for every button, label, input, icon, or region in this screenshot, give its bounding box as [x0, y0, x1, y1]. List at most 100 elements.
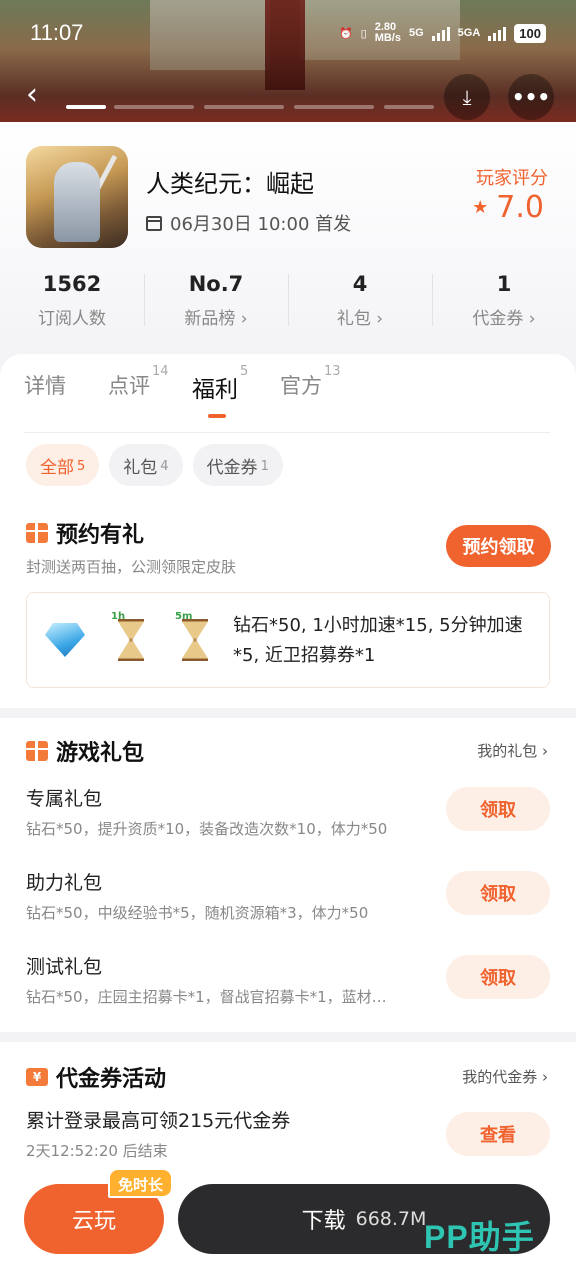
reservation-subtitle: 封测送两百抽，公测领限定皮肤: [26, 558, 237, 576]
score-label: 玩家评分: [476, 168, 548, 189]
tab-welfare[interactable]: 福利 5: [192, 364, 248, 418]
reservation-title: 预约有礼: [26, 517, 144, 549]
tab-bar: 详情 点评 14 福利 5 官方 13: [24, 364, 364, 418]
gift-name: 专属礼包: [26, 788, 103, 810]
net1-label: 5G: [408, 27, 424, 39]
alarm-icon: ⏰: [338, 27, 353, 40]
section-divider: [0, 1032, 576, 1042]
game-title: 人类纪元：崛起: [146, 170, 314, 198]
diamond-icon: [45, 617, 89, 663]
claim-button[interactable]: 领取: [446, 871, 550, 915]
voucher-countdown: 2天12:52:20 后结束: [26, 1142, 168, 1160]
calendar-icon: [146, 215, 162, 231]
carousel-indicator-active: [66, 105, 106, 109]
tab-label: 详情: [24, 374, 66, 398]
stat-value: 1562: [42, 272, 102, 296]
tab-divider: [24, 432, 550, 433]
voucher-section-title-text: 代金券活动: [56, 1067, 167, 1092]
signal-icon: [431, 25, 450, 41]
tab-label: 点评: [108, 374, 150, 398]
reward-text: 钻石*50, 1小时加速*15, 5分钟加速*5, 近卫招募券*1: [233, 615, 523, 666]
stat-label: 礼包 ›: [336, 309, 384, 329]
gift-section-title: 游戏礼包: [26, 735, 144, 767]
filter-all[interactable]: 全部 5: [26, 444, 100, 486]
tab-count: 13: [324, 364, 341, 379]
chip-label: 全部: [40, 457, 74, 478]
stat-value: 1: [496, 272, 512, 296]
stat-value: No.7: [188, 272, 244, 296]
tab-count: 5: [240, 364, 249, 379]
gift-section-title-text: 游戏礼包: [56, 741, 145, 766]
gift-desc: 钻石*50，中级经验书*5，随机资源箱*3，体力*50: [26, 904, 369, 922]
stat-vouchers[interactable]: 1 代金券 ›: [432, 268, 576, 332]
reserve-claim-button[interactable]: 预约领取: [446, 525, 551, 567]
stat-label: 订阅人数: [38, 309, 106, 329]
stat-label: 新品榜 ›: [184, 309, 248, 329]
carousel-indicator: [384, 105, 434, 109]
claim-button[interactable]: 领取: [446, 955, 550, 999]
download-size: 668.7M: [355, 1208, 427, 1230]
battery-icon: 100: [514, 23, 546, 43]
stat-gifts[interactable]: 4 礼包 ›: [288, 268, 432, 332]
stat-label: 代金券 ›: [472, 309, 536, 329]
vibrate-icon: ▯: [360, 27, 367, 40]
chip-count: 1: [260, 458, 269, 474]
gift-name: 助力礼包: [26, 872, 103, 894]
section-divider: [0, 708, 576, 718]
net2-label: 5GA: [457, 27, 481, 39]
view-button[interactable]: 查看: [446, 1112, 550, 1156]
voucher-section-title: ¥ 代金券活动: [26, 1061, 166, 1093]
hourglass-1h-icon: 1h: [109, 611, 153, 663]
chip-label: 礼包: [123, 457, 158, 478]
chip-count: 5: [77, 458, 86, 474]
carousel-indicator: [294, 105, 374, 109]
voucher-title: 累计登录最高可领215元代金券: [26, 1110, 291, 1132]
download-icon[interactable]: ⤓: [444, 74, 490, 120]
stat-new-ranking[interactable]: No.7 新品榜 ›: [144, 268, 288, 332]
gift-name: 测试礼包: [26, 956, 103, 978]
gift-icon: [26, 523, 48, 543]
player-score: ★ 7.0: [472, 190, 544, 225]
tab-official[interactable]: 官方 13: [280, 364, 341, 416]
carousel-indicator: [114, 105, 194, 109]
more-icon[interactable]: •••: [508, 74, 554, 120]
reservation-rewards: 1h 5m 钻石*50, 1小时加速*15, 5分钟加速*5, 近卫招募券*1: [26, 592, 550, 688]
reservation-title-text: 预约有礼: [56, 523, 145, 548]
filter-chips: 全部 5 礼包 4 代金券 1: [26, 444, 283, 486]
chip-label: 代金券: [206, 457, 258, 478]
stat-value: 4: [352, 272, 368, 296]
free-time-badge: 免时长: [108, 1168, 174, 1198]
chip-count: 4: [160, 458, 169, 474]
status-icons: ⏰ ▯ 2.80 MB/s 5G 5GA 100: [339, 22, 546, 44]
reward-icons: 1h 5m: [45, 611, 217, 663]
status-time: 11:07: [30, 20, 84, 45]
ticket-icon: ¥: [26, 1068, 48, 1086]
net-speed-unit: MB/s: [374, 32, 401, 44]
tab-details[interactable]: 详情: [24, 370, 66, 416]
gift-icon: [26, 741, 48, 761]
tab-label: 官方: [280, 374, 322, 398]
claim-button[interactable]: 领取: [446, 787, 550, 831]
signal-icon-2: [488, 25, 507, 41]
hourglass-5m-icon: 5m: [173, 611, 217, 663]
stats-row: 1562 订阅人数 No.7 新品榜 › 4 礼包 › 1 代金券 ›: [0, 268, 576, 332]
filter-gifts[interactable]: 礼包 4: [109, 444, 183, 486]
gift-desc: 钻石*50，提升资质*10，装备改造次数*10，体力*50: [26, 820, 388, 838]
my-gifts-link[interactable]: 我的礼包 ›: [477, 740, 548, 761]
net-speed: 2.80 MB/s: [375, 22, 401, 44]
release-text: 06月30日 10:00 首发: [170, 214, 352, 235]
back-icon[interactable]: ‹: [26, 76, 66, 116]
score-value: 7.0: [496, 190, 544, 225]
my-vouchers-link[interactable]: 我的代金券 ›: [462, 1066, 548, 1087]
download-label: 下载: [301, 1209, 346, 1234]
star-icon: ★: [472, 197, 489, 218]
knight-art: [54, 162, 100, 242]
game-app-icon: [26, 146, 128, 248]
filter-vouchers[interactable]: 代金券 1: [192, 444, 283, 486]
tab-count: 14: [152, 364, 169, 379]
pp-assistant-watermark: PP助手: [424, 1219, 535, 1255]
tab-label: 福利: [192, 377, 238, 403]
tab-reviews[interactable]: 点评 14: [108, 364, 169, 416]
status-bar: 11:07 ⏰ ▯ 2.80 MB/s 5G 5GA 100: [0, 0, 576, 70]
carousel-indicator: [204, 105, 284, 109]
